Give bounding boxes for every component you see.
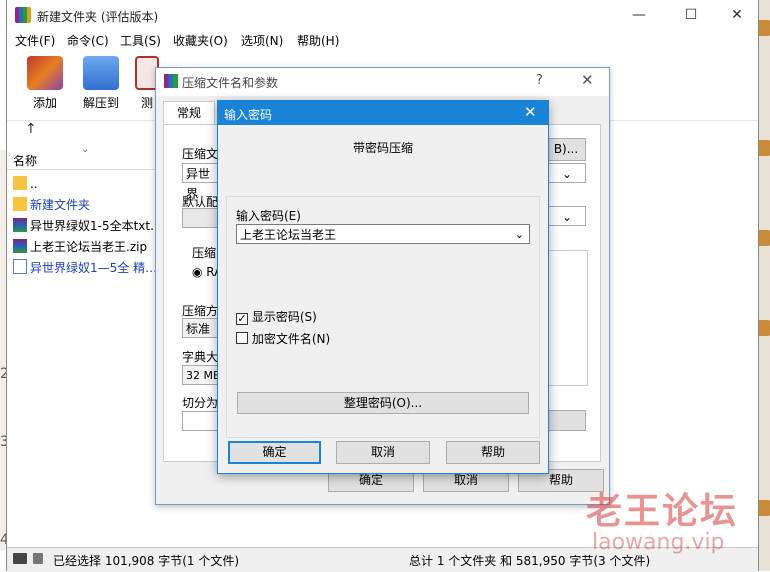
- file-name: ..: [30, 177, 38, 191]
- method-label: 压缩方: [182, 304, 219, 318]
- menu-options[interactable]: 选项(N): [241, 32, 283, 49]
- watermark-text: 老王论坛: [586, 491, 739, 532]
- desktop-icon: [758, 140, 770, 156]
- checkbox-unchecked-icon: [236, 332, 248, 344]
- add-button[interactable]: 添加: [23, 54, 67, 114]
- status-selected: 已经选择 101,908 字节(1 个文件): [53, 554, 240, 568]
- update-mode-dropdown[interactable]: ⌄: [548, 206, 586, 226]
- text-file-icon: [13, 259, 27, 274]
- add-archive-icon: [27, 56, 63, 90]
- list-item[interactable]: 上老王论坛当老王.zip: [13, 238, 147, 258]
- extract-to-button[interactable]: 解压到: [79, 54, 123, 114]
- close-button[interactable]: ✕: [717, 4, 757, 26]
- method-dropdown[interactable]: 标准: [182, 318, 222, 338]
- desktop-icon: [758, 20, 770, 36]
- folder-icon: [13, 197, 27, 211]
- archive-icon: [13, 239, 27, 253]
- sort-chevron-icon: ⌄: [81, 144, 90, 155]
- help-button[interactable]: 帮助: [446, 441, 540, 464]
- show-password-checkbox[interactable]: ✓ 显示密码(S): [236, 308, 317, 325]
- cancel-button[interactable]: 取消: [336, 441, 430, 464]
- dictionary-dropdown[interactable]: 32 MB: [182, 365, 222, 385]
- list-item[interactable]: 异世界绿奴1—5全 精…: [13, 259, 157, 279]
- split-field[interactable]: [182, 411, 222, 431]
- encrypt-filenames-checkbox[interactable]: 加密文件名(N): [236, 330, 330, 347]
- profile-button[interactable]: [182, 208, 222, 228]
- password-label: 输入密码(E): [236, 209, 301, 223]
- menu-command[interactable]: 命令(C): [67, 32, 109, 49]
- drive-icon: [13, 553, 27, 564]
- chevron-down-icon[interactable]: ⌄: [515, 225, 524, 245]
- show-password-label: 显示密码(S): [251, 310, 317, 324]
- add-label: 添加: [32, 96, 57, 110]
- folder-icon: [13, 176, 27, 190]
- organize-passwords-button[interactable]: 整理密码(O)...: [237, 392, 529, 414]
- desktop-icon: [758, 320, 770, 336]
- winrar-small-icon: [164, 74, 178, 88]
- ok-button[interactable]: 确定: [228, 441, 321, 464]
- options-panel: [548, 250, 588, 386]
- password-dialog: 输入密码 ✕ 带密码压缩 输入密码(E) 上老王论坛当老王 ⌄ ✓ 显示密码(S…: [217, 100, 549, 474]
- column-name-label: 名称: [13, 154, 38, 168]
- list-item[interactable]: ..: [13, 176, 38, 196]
- watermark-url: laowang.vip: [592, 530, 725, 555]
- up-arrow-icon[interactable]: ↑: [25, 121, 37, 137]
- help-icon[interactable]: ?: [536, 73, 543, 88]
- password-dialog-heading: 带密码压缩: [352, 141, 413, 155]
- list-item[interactable]: 新建文件夹: [13, 196, 90, 216]
- archive-name-field[interactable]: 异世界: [182, 163, 222, 201]
- tab-general[interactable]: 常规: [163, 101, 215, 124]
- password-value: 上老王论坛当老王: [240, 228, 337, 242]
- archive-dialog-title: 压缩文件名和参数: [182, 76, 279, 90]
- desktop-icon: [758, 500, 770, 516]
- password-dialog-title: 输入密码: [224, 108, 273, 122]
- archive-name-dropdown[interactable]: ⌄: [548, 163, 586, 183]
- set-password-button[interactable]: [548, 410, 586, 431]
- file-name: 上老王论坛当老王.zip: [30, 240, 148, 254]
- close-icon[interactable]: ✕: [581, 71, 594, 89]
- extract-to-label: 解压到: [82, 96, 119, 110]
- minimize-button[interactable]: —: [619, 4, 659, 26]
- menu-file[interactable]: 文件(F): [15, 32, 55, 49]
- list-item[interactable]: 异世界绿奴1-5全本txt.: [13, 217, 154, 237]
- format-label: 压缩: [192, 246, 217, 260]
- browse-button[interactable]: B)...: [546, 138, 586, 161]
- dictionary-label: 字典大: [182, 350, 219, 364]
- key-icon: [33, 553, 43, 564]
- archive-icon: [13, 218, 27, 232]
- file-name: 异世界绿奴1-5全本txt.: [30, 219, 154, 233]
- file-name: 新建文件夹: [30, 198, 91, 212]
- winrar-app-icon: [15, 7, 31, 23]
- encrypt-filenames-label: 加密文件名(N): [251, 332, 331, 346]
- desktop-icon: [758, 230, 770, 246]
- close-icon[interactable]: ✕: [524, 103, 537, 121]
- split-label: 切分为: [182, 396, 219, 410]
- menu-help[interactable]: 帮助(H): [297, 32, 339, 49]
- archive-name-label: 压缩文: [182, 147, 219, 161]
- window-title: 新建文件夹 (评估版本): [37, 10, 159, 24]
- extract-folder-icon: [83, 56, 119, 90]
- maximize-button[interactable]: ☐: [671, 4, 711, 26]
- menu-tools[interactable]: 工具(S): [120, 32, 161, 49]
- password-input[interactable]: 上老王论坛当老王 ⌄: [236, 224, 530, 244]
- checkbox-checked-icon: ✓: [236, 312, 248, 325]
- file-name: 异世界绿奴1—5全 精…: [30, 261, 158, 275]
- menu-favorites[interactable]: 收藏夹(O): [173, 32, 228, 49]
